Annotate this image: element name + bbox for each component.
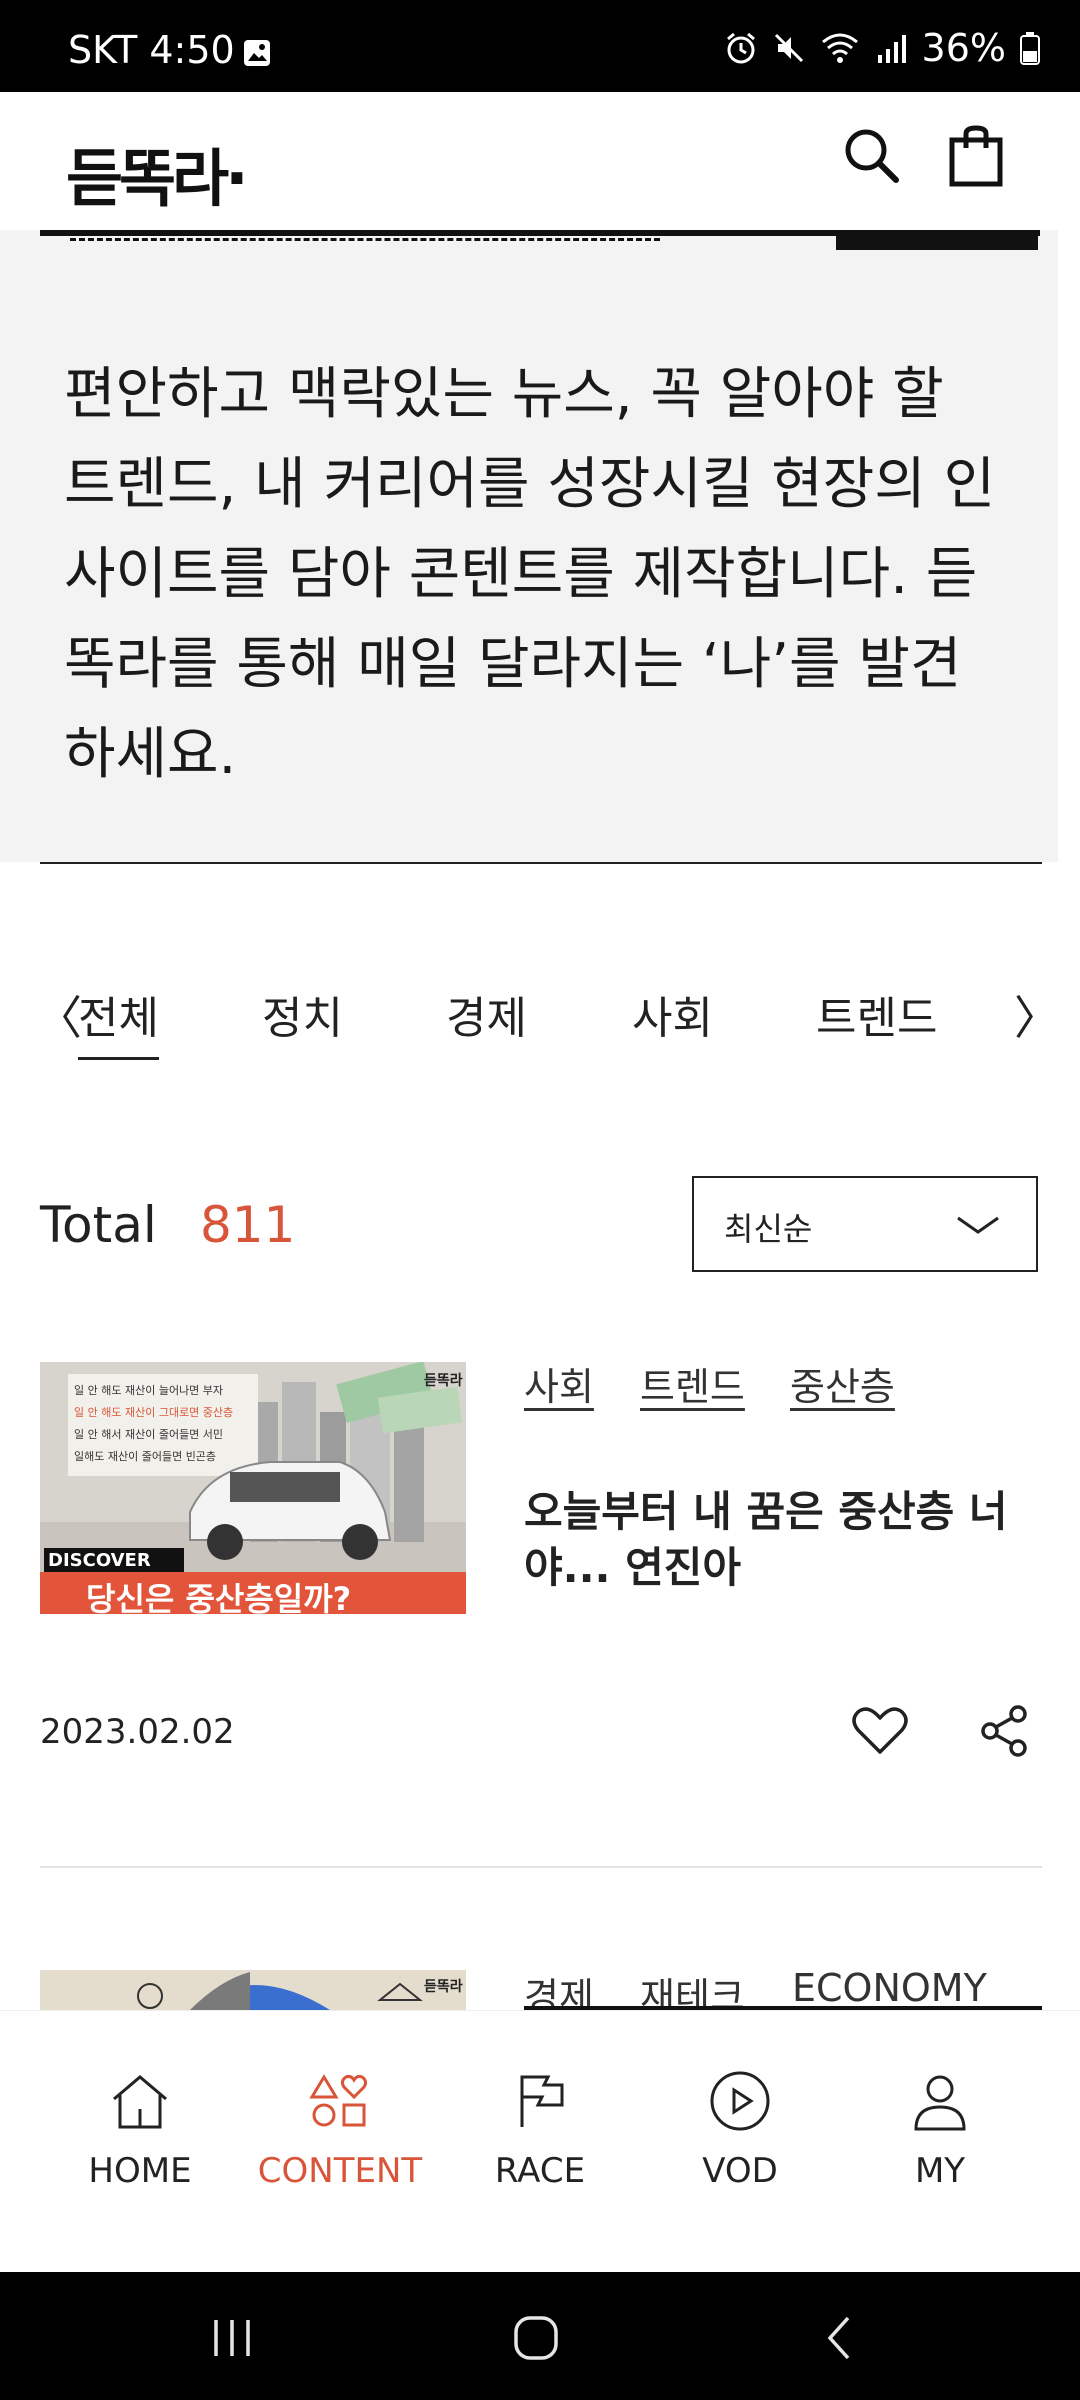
logo[interactable]: 듣똑라· [66, 128, 249, 218]
nav-home[interactable]: HOME [40, 2071, 240, 2191]
tab-all[interactable]: 전체 [78, 982, 159, 1060]
status-bar: SKT 4:50 36% [0, 0, 1080, 92]
tab-trend[interactable]: 트렌드 [816, 982, 937, 1046]
nav-home-label: HOME [88, 2151, 192, 2191]
intro-top-block [836, 234, 1038, 250]
article-thumbnail[interactable]: 듣똑라 [40, 1970, 466, 2010]
home-icon [113, 2075, 167, 2129]
thumbnail-brand: 듣똑라 [424, 1373, 463, 1389]
thumbnail-line-2: 일 안 해도 재산이 그대로면 중산층 [74, 1406, 234, 1419]
nav-content[interactable]: CONTENT [240, 2071, 440, 2191]
thumbnail-headline: 당신은 중산층일까? [86, 1580, 352, 1614]
user-icon [914, 2075, 966, 2131]
article-tag[interactable]: 중산층 [790, 1356, 895, 1411]
nav-vod[interactable]: VOD [640, 2071, 840, 2191]
thumbnail-line-4: 일해도 재산이 줄어들면 빈곤층 [74, 1450, 217, 1463]
sort-dropdown[interactable]: 최신순 [692, 1176, 1038, 1272]
nav-content-label: CONTENT [257, 2151, 423, 2191]
thumbnail-badge: DISCOVER [48, 1550, 151, 1571]
article-tag[interactable]: 재테크 [640, 1966, 745, 2008]
nav-my[interactable]: MY [840, 2071, 1040, 2191]
recent-apps-icon[interactable] [210, 2318, 254, 2358]
article-tag[interactable]: ECONOMY [792, 1966, 987, 2008]
article-date: 2023.02.02 [40, 1712, 235, 1752]
system-navigation-bar [0, 2272, 1080, 2400]
article-title[interactable]: 오늘부터 내 꿈은 중산층 너야... 연진아 [524, 1484, 1024, 1596]
play-icon [710, 2071, 770, 2131]
signal-icon [877, 35, 906, 63]
mute-icon [774, 33, 803, 63]
tab-prev-arrow-icon[interactable]: 〈 [36, 982, 82, 1048]
total-label: Total [40, 1196, 157, 1254]
total-count: 811 [200, 1196, 296, 1254]
tab-society[interactable]: 사회 [632, 982, 713, 1046]
flag-icon [520, 2075, 564, 2127]
home-button-icon[interactable] [512, 2314, 560, 2362]
nav-vod-label: VOD [702, 2151, 778, 2191]
thumbnail-line-3: 일 안 해서 재산이 줄어들면 서민 [74, 1428, 224, 1441]
wifi-icon [821, 33, 858, 63]
battery-icon [1020, 32, 1040, 65]
article-tag[interactable]: 사회 [524, 1356, 594, 1411]
heart-icon[interactable] [852, 1706, 908, 1756]
nav-my-label: MY [914, 2151, 966, 2191]
search-icon[interactable] [840, 124, 904, 188]
app-header: 듣똑라· [0, 92, 1080, 230]
intro-top-decoration [70, 234, 660, 241]
share-icon[interactable] [980, 1704, 1030, 1758]
section-divider [40, 862, 1042, 864]
thumbnail-image [40, 1970, 466, 2010]
image-icon [244, 40, 270, 66]
intro-section: 편안하고 맥락있는 뉴스, 꼭 알아야 할 트렌드, 내 커리어를 성장시킬 현… [0, 230, 1058, 862]
article-divider [40, 1866, 1042, 1868]
nav-race[interactable]: RACE [440, 2071, 640, 2191]
status-time: SKT 4:50 [68, 28, 235, 72]
intro-text: 편안하고 맥락있는 뉴스, 꼭 알아야 할 트렌드, 내 커리어를 성장시킬 현… [64, 362, 996, 787]
bottom-navigation: HOME CONTENT RACE VOD MY [0, 2010, 1080, 2273]
thumbnail-brand: 듣똑라 [424, 1979, 463, 1995]
category-tabs: 〈 전체 정치 경제 사회 트렌드 〉 [0, 960, 1080, 1060]
tab-economy[interactable]: 경제 [446, 982, 527, 1046]
sort-selected-value: 최신순 [724, 1210, 813, 1248]
chevron-down-icon [957, 1216, 999, 1234]
nav-race-label: RACE [494, 2151, 586, 2191]
article-tags: 경제 재테크 ECONOMY [520, 1966, 1042, 2008]
tab-politics[interactable]: 정치 [262, 982, 343, 1046]
tab-next-arrow-icon[interactable]: 〉 [1014, 982, 1060, 1048]
content-icon [309, 2074, 368, 2127]
article-tag[interactable]: 트렌드 [640, 1356, 745, 1411]
battery-percentage: 36% [921, 26, 1006, 70]
thumbnail-line-1: 일 안 해도 재산이 늘어나면 부자 [74, 1384, 224, 1397]
alarm-icon [726, 32, 755, 64]
article-thumbnail[interactable]: 듣똑라 일 안 해도 재산이 늘어나면 부자 일 안 해도 재산이 그대로면 중… [40, 1362, 466, 1614]
article-tag[interactable]: 경제 [524, 1966, 594, 2008]
back-icon[interactable] [824, 2314, 856, 2362]
shopping-bag-icon[interactable] [944, 124, 1008, 188]
